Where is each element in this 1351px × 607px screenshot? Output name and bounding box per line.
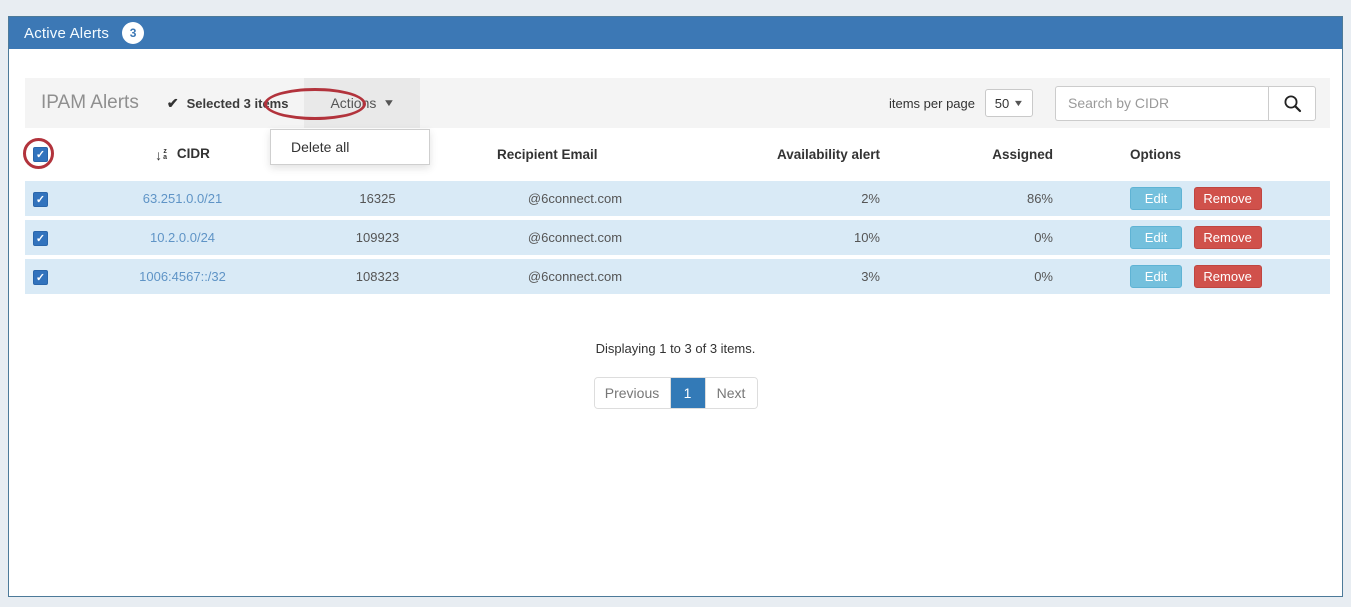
remove-button[interactable]: Remove: [1194, 226, 1262, 249]
pagination: Previous 1 Next: [9, 377, 1342, 409]
cidr-link[interactable]: 1006:4567::/32: [139, 269, 226, 284]
selection-status: ✔ Selected 3 items: [167, 95, 289, 112]
recipient-email: @6connect.com: [465, 220, 715, 255]
alert-id: 109923: [290, 220, 465, 255]
search-icon: [1283, 94, 1302, 113]
edit-button[interactable]: Edit: [1130, 226, 1182, 249]
select-all-checkbox[interactable]: ✓: [33, 147, 48, 162]
table-row: ✓ 10.2.0.0/24 109923 @6connect.com 10% 0…: [25, 220, 1330, 255]
row-checkbox[interactable]: ✓: [33, 270, 48, 285]
items-per-page-select[interactable]: 50 ▼: [985, 89, 1033, 117]
search-group: [1055, 86, 1316, 121]
section-title: IPAM Alerts: [41, 92, 139, 114]
assigned-value: 0%: [910, 220, 1085, 255]
row-checkbox[interactable]: ✓: [33, 192, 48, 207]
cidr-link[interactable]: 10.2.0.0/24: [150, 230, 215, 245]
caret-down-icon: ▼: [1013, 98, 1025, 108]
availability-alert-value: 10%: [715, 220, 910, 255]
column-header-assigned: Assigned: [910, 131, 1085, 177]
alert-count-badge: 3: [122, 22, 144, 44]
results-summary: Displaying 1 to 3 of 3 items.: [9, 341, 1342, 356]
pagination-next-button[interactable]: Next: [705, 378, 757, 408]
alert-id: 108323: [290, 259, 465, 294]
table-header-row: ✓ ↓za CIDR Recipient Email Availability …: [25, 131, 1330, 177]
assigned-value: 0%: [910, 259, 1085, 294]
caret-down-icon: ▼: [383, 98, 396, 109]
assigned-value: 86%: [910, 181, 1085, 216]
table-row: ✓ 1006:4567::/32 108323 @6connect.com 3%…: [25, 259, 1330, 294]
sort-alpha-desc-icon[interactable]: ↓za: [155, 147, 167, 163]
recipient-email: @6connect.com: [465, 181, 715, 216]
items-per-page-label: items per page: [889, 96, 975, 111]
search-input[interactable]: [1055, 86, 1268, 121]
remove-button[interactable]: Remove: [1194, 187, 1262, 210]
panel-header: Active Alerts 3: [9, 17, 1342, 49]
cidr-link[interactable]: 63.251.0.0/21: [143, 191, 223, 206]
table-row: ✓ 63.251.0.0/21 16325 @6connect.com 2% 8…: [25, 181, 1330, 216]
actions-button[interactable]: Actions ▼: [304, 78, 420, 128]
pagination-group: Previous 1 Next: [594, 377, 758, 409]
page-title: Active Alerts: [24, 25, 109, 42]
column-header-options: Options: [1085, 131, 1330, 177]
toolbar: IPAM Alerts ✔ Selected 3 items Actions ▼…: [25, 78, 1330, 128]
edit-button[interactable]: Edit: [1130, 187, 1182, 210]
alert-id: 16325: [290, 181, 465, 216]
column-header-cidr[interactable]: CIDR: [177, 146, 210, 161]
search-button[interactable]: [1268, 86, 1316, 121]
active-alerts-panel: Active Alerts 3 IPAM Alerts ✔ Selected 3…: [8, 16, 1343, 597]
actions-button-label: Actions: [330, 95, 376, 111]
items-per-page-value: 50: [995, 96, 1009, 111]
pagination-previous-button[interactable]: Previous: [595, 378, 671, 408]
actions-dropdown-menu: Delete all: [270, 129, 430, 165]
pagination-page-1-button[interactable]: 1: [671, 378, 705, 408]
recipient-email: @6connect.com: [465, 259, 715, 294]
selection-status-label: Selected 3 items: [187, 96, 289, 111]
remove-button[interactable]: Remove: [1194, 265, 1262, 288]
column-header-availability: Availability alert: [715, 131, 910, 177]
row-checkbox[interactable]: ✓: [33, 231, 48, 246]
dropdown-item-delete-all[interactable]: Delete all: [271, 130, 429, 164]
alerts-table: ✓ ↓za CIDR Recipient Email Availability …: [25, 127, 1330, 298]
availability-alert-value: 2%: [715, 181, 910, 216]
availability-alert-value: 3%: [715, 259, 910, 294]
check-icon: ✔: [167, 95, 179, 112]
column-header-email: Recipient Email: [465, 131, 715, 177]
edit-button[interactable]: Edit: [1130, 265, 1182, 288]
